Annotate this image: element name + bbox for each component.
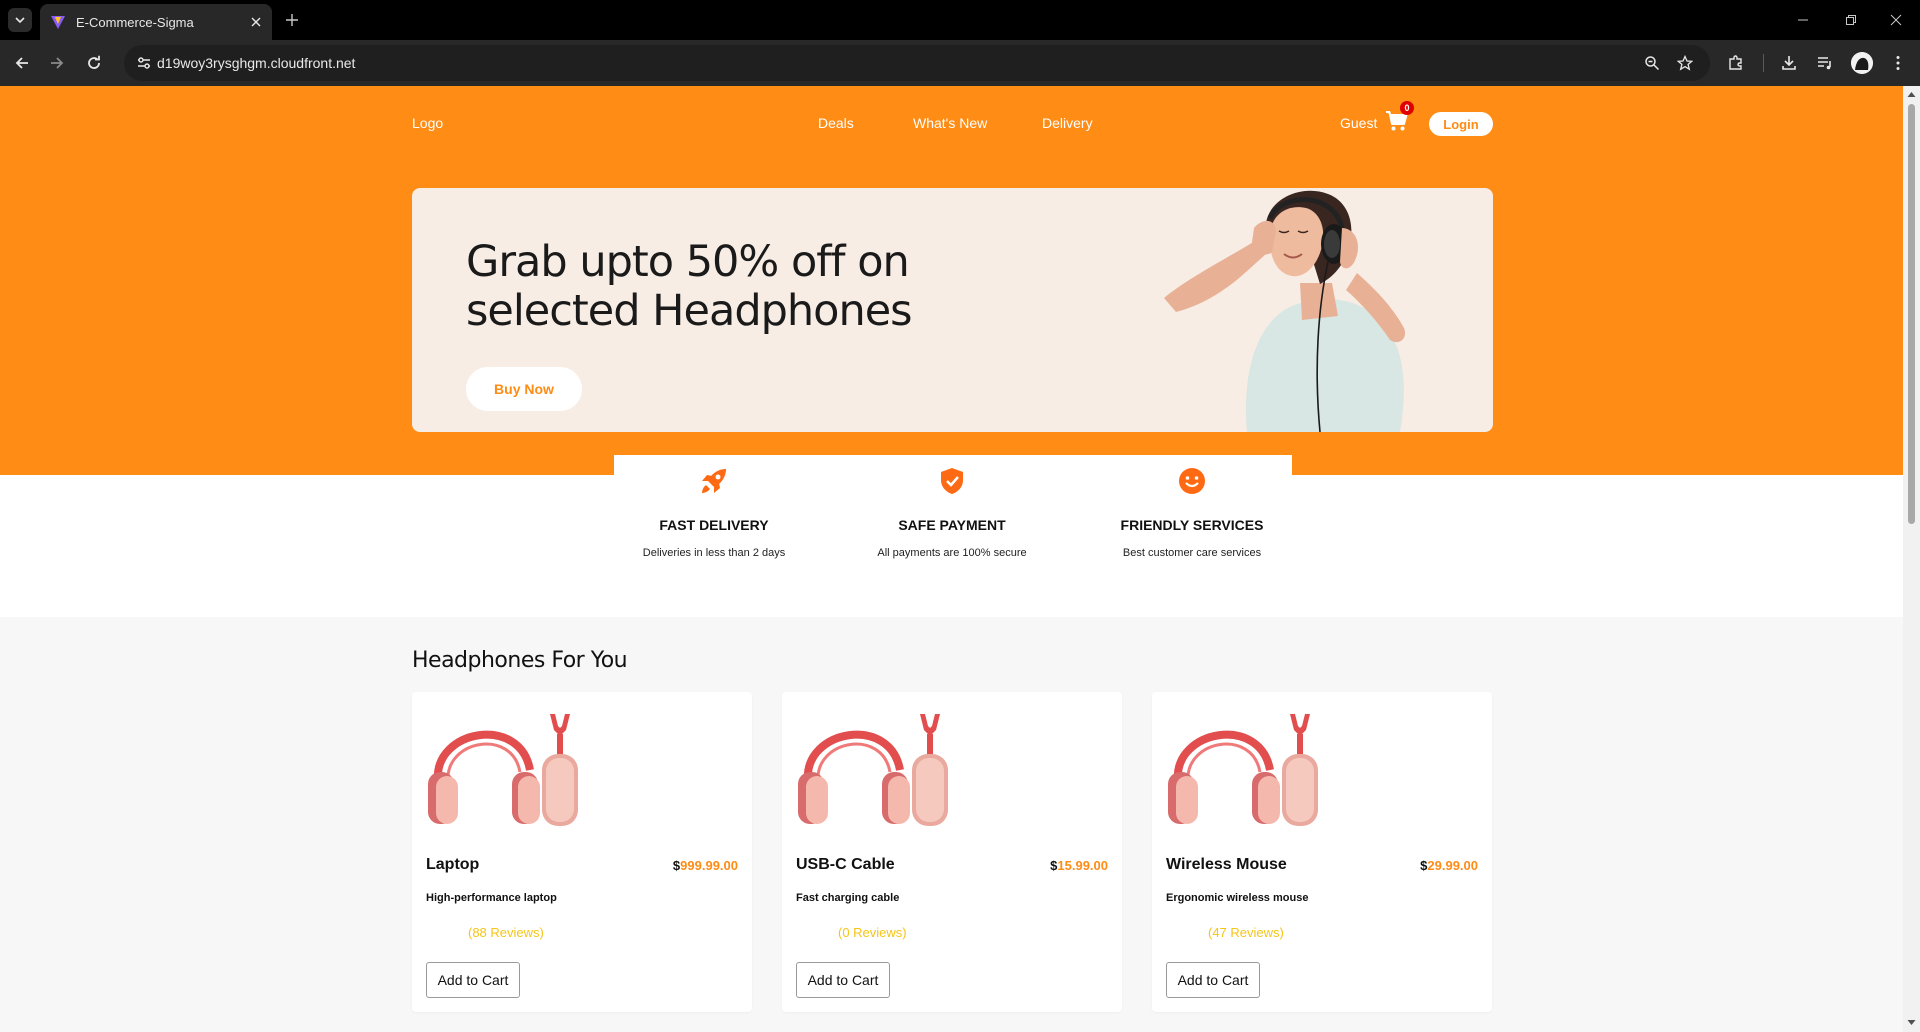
- restore-button[interactable]: [1839, 8, 1863, 32]
- add-to-cart-button[interactable]: Add to Cart: [426, 962, 520, 998]
- close-icon: [1890, 14, 1902, 26]
- add-to-cart-button[interactable]: Add to Cart: [796, 962, 890, 998]
- forward-button[interactable]: [45, 51, 69, 75]
- feature-description: All payments are 100% secure: [877, 547, 1027, 559]
- profile-avatar[interactable]: [1851, 52, 1873, 74]
- close-window-button[interactable]: [1884, 8, 1908, 32]
- tune-icon: [138, 57, 150, 69]
- bookmark-button[interactable]: [1673, 51, 1697, 75]
- price-value: 29.99.00: [1427, 858, 1478, 873]
- promo-banner: Grab upto 50% off on selected Headphones…: [412, 188, 1493, 432]
- product-price: $999.99.00: [673, 858, 738, 873]
- smiley-icon: [1179, 468, 1205, 494]
- vite-favicon-icon: [51, 16, 65, 29]
- product-card: USB-C Cable $15.99.00 Fast charging cabl…: [782, 692, 1122, 1012]
- reload-icon: [88, 55, 100, 69]
- feature-description: Deliveries in less than 2 days: [642, 547, 786, 559]
- add-to-cart-button[interactable]: Add to Cart: [1166, 962, 1260, 998]
- feature-description: Best customer care services: [1122, 547, 1262, 559]
- minimize-button[interactable]: [1791, 8, 1815, 32]
- headphones-image: [428, 714, 578, 826]
- puzzle-icon: [1729, 55, 1742, 70]
- product-price: $15.99.00: [1050, 858, 1108, 873]
- back-button[interactable]: [10, 51, 34, 75]
- product-reviews: (88 Reviews): [468, 925, 544, 940]
- media-controls-button[interactable]: [1813, 51, 1837, 75]
- headphones-image: [1168, 714, 1318, 826]
- feature-title: FAST DELIVERY: [659, 517, 769, 533]
- site-header: Logo Deals What's New Delivery Guest 0 L…: [0, 86, 1903, 156]
- tab-title: E-Commerce-Sigma: [76, 14, 194, 30]
- product-name[interactable]: USB-C Cable: [796, 856, 895, 874]
- feature-friendly-services: FRIENDLY SERVICES Best customer care ser…: [1092, 455, 1292, 575]
- shield-check-icon: [941, 468, 963, 494]
- login-button[interactable]: Login: [1429, 112, 1493, 136]
- chevron-down-icon: [15, 17, 25, 24]
- banner-title: Grab upto 50% off on selected Headphones: [466, 237, 913, 336]
- product-description: Fast charging cable: [796, 892, 900, 904]
- download-icon: [1782, 56, 1796, 70]
- site-logo[interactable]: Logo: [412, 115, 443, 131]
- star-icon: [1677, 55, 1693, 71]
- plus-icon: [286, 14, 298, 26]
- scrollbar-thumb[interactable]: [1908, 104, 1915, 524]
- address-bar[interactable]: d19woy3rysghgm.cloudfront.net: [124, 45, 1710, 81]
- cart-count-badge: 0: [1400, 101, 1414, 115]
- page-viewport: Logo Deals What's New Delivery Guest 0 L…: [0, 86, 1903, 1032]
- nav-link-whats-new[interactable]: What's New: [913, 115, 987, 131]
- scroll-down-icon[interactable]: [1907, 1018, 1916, 1027]
- headphones-image: [798, 714, 948, 826]
- chrome-menu-button[interactable]: [1886, 51, 1910, 75]
- zoom-button[interactable]: [1640, 51, 1664, 75]
- product-card: Laptop $999.99.00 High-performance lapto…: [412, 692, 752, 1012]
- feature-safe-payment: SAFE PAYMENT All payments are 100% secur…: [852, 455, 1052, 575]
- nav-link-deals[interactable]: Deals: [818, 115, 854, 131]
- downloads-button[interactable]: [1777, 51, 1801, 75]
- toolbar-separator: [1763, 54, 1764, 72]
- arrow-left-icon: [15, 57, 28, 69]
- buy-now-button[interactable]: Buy Now: [466, 367, 582, 411]
- tab-search-button[interactable]: [8, 8, 32, 32]
- new-tab-button[interactable]: [280, 8, 304, 32]
- guest-label: Guest: [1340, 115, 1378, 131]
- minimize-icon: [1798, 19, 1808, 21]
- page-scrollbar[interactable]: [1903, 86, 1920, 1032]
- nav-link-delivery[interactable]: Delivery: [1042, 115, 1093, 131]
- rocket-icon: [702, 469, 726, 493]
- browser-toolbar: d19woy3rysghgm.cloudfront.net: [0, 40, 1920, 86]
- reload-button[interactable]: [82, 51, 106, 75]
- extensions-button[interactable]: [1724, 51, 1748, 75]
- browser-tab-strip: E-Commerce-Sigma: [0, 0, 1920, 40]
- more-vertical-icon: [1896, 56, 1900, 70]
- feature-title: FRIENDLY SERVICES: [1120, 517, 1264, 533]
- tab-close-button[interactable]: [246, 12, 266, 32]
- feature-title: SAFE PAYMENT: [898, 517, 1006, 533]
- site-info-button[interactable]: [132, 51, 156, 75]
- url-text[interactable]: d19woy3rysghgm.cloudfront.net: [157, 55, 355, 71]
- product-name[interactable]: Wireless Mouse: [1166, 856, 1287, 874]
- product-price: $29.99.00: [1420, 858, 1478, 873]
- feature-fast-delivery: FAST DELIVERY Deliveries in less than 2 …: [614, 455, 814, 575]
- product-reviews: (0 Reviews): [838, 925, 907, 940]
- product-description: Ergonomic wireless mouse: [1166, 892, 1309, 904]
- arrow-right-icon: [51, 57, 64, 69]
- section-title: Headphones For You: [412, 648, 628, 673]
- playlist-icon: [1818, 57, 1831, 70]
- profile-icon: [1851, 52, 1873, 74]
- price-value: 15.99.00: [1057, 858, 1108, 873]
- zoom-icon: [1645, 56, 1660, 71]
- browser-tab[interactable]: E-Commerce-Sigma: [40, 4, 272, 40]
- features-strip: FAST DELIVERY Deliveries in less than 2 …: [614, 455, 1292, 575]
- product-description: High-performance laptop: [426, 892, 557, 904]
- product-card: Wireless Mouse $29.99.00 Ergonomic wirel…: [1152, 692, 1492, 1012]
- scroll-up-icon[interactable]: [1907, 90, 1916, 99]
- close-icon: [251, 17, 261, 27]
- price-value: 999.99.00: [680, 858, 738, 873]
- product-name[interactable]: Laptop: [426, 856, 479, 874]
- restore-icon: [1846, 15, 1856, 25]
- woman-with-headphones-image: [1164, 190, 1406, 432]
- product-reviews: (47 Reviews): [1208, 925, 1284, 940]
